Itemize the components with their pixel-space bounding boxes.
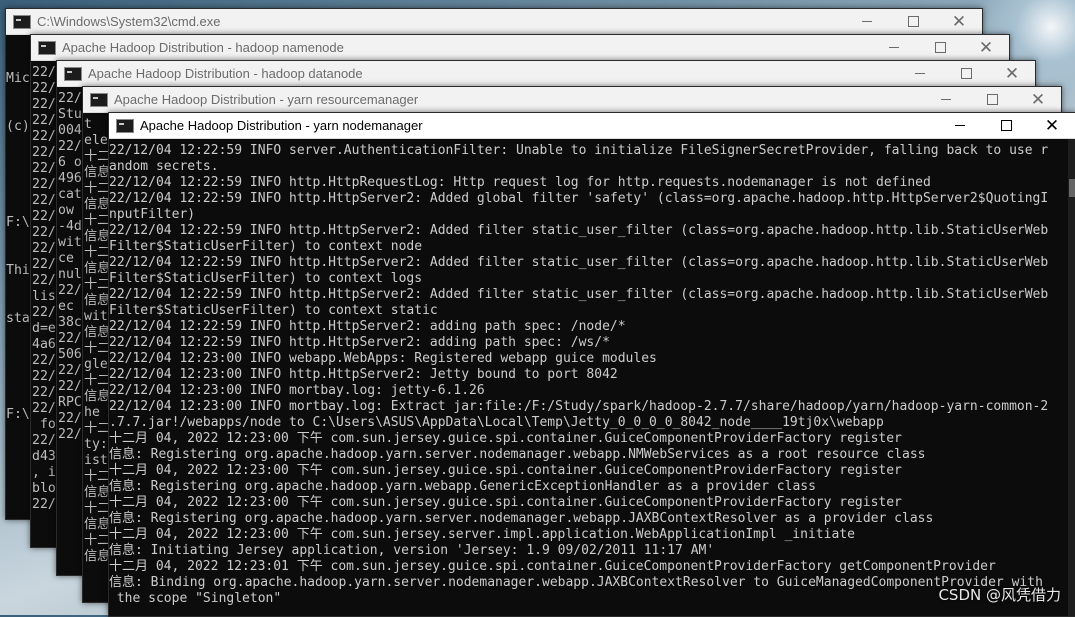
- close-button[interactable]: ✕: [936, 9, 982, 34]
- minimize-icon: [941, 99, 951, 100]
- console-line: 22/12/04 12:22:59 INFO http.HttpServer2:…: [109, 191, 1049, 206]
- window-title: Apache Hadoop Distribution - hadoop data…: [88, 66, 363, 81]
- console-line: 22/12/04 12:22:59 INFO http.HttpServer2:…: [109, 223, 1049, 238]
- scrollbar-thumb[interactable]: [1069, 179, 1075, 197]
- console-line: 22/12/04 12:23:00 INFO webapp.WebApps: R…: [109, 351, 657, 366]
- console-icon: [38, 40, 56, 55]
- minimize-button[interactable]: [937, 113, 983, 138]
- close-icon: ✕: [978, 37, 994, 58]
- console-line: 十二月 04, 2022 12:23:00 下午 com.sun.jersey.…: [109, 431, 902, 446]
- close-button[interactable]: ✕: [963, 35, 1009, 60]
- console-icon: [64, 66, 82, 81]
- close-icon: ✕: [1044, 115, 1060, 136]
- minimize-button[interactable]: [871, 35, 917, 60]
- maximize-icon: [986, 94, 998, 105]
- console-line: 信息: Initiating Jersey application, versi…: [109, 543, 715, 558]
- console-line: 22/12/04 12:22:59 INFO http.HttpRequestL…: [109, 175, 931, 190]
- console-line: Filter$StaticUserFilter) to context node: [109, 239, 423, 254]
- minimize-icon: [889, 47, 899, 48]
- close-button[interactable]: ✕: [989, 61, 1035, 86]
- console-line: 22/12/04 12:22:59 INFO http.HttpServer2:…: [109, 287, 1049, 302]
- cmd-titlebar[interactable]: C:\Windows\System32\cmd.exe ✕: [6, 9, 982, 35]
- close-button[interactable]: ✕: [1015, 87, 1061, 112]
- maximize-icon: [960, 68, 972, 79]
- nodemanager-window[interactable]: Apache Hadoop Distribution - yarn nodema…: [108, 112, 1075, 617]
- console-icon: [13, 14, 31, 29]
- maximize-icon: [934, 42, 946, 53]
- console-line: 十二月 04, 2022 12:23:01 下午 com.sun.jersey.…: [109, 559, 996, 574]
- console-icon: [90, 92, 108, 107]
- console-line: nputFilter): [109, 207, 196, 222]
- console-output[interactable]: 22/12/04 12:22:59 INFO server.Authentica…: [109, 143, 1067, 616]
- namenode-titlebar[interactable]: Apache Hadoop Distribution - hadoop name…: [31, 35, 1009, 61]
- close-icon: ✕: [1004, 63, 1020, 84]
- console-line: andom secrets.: [109, 159, 219, 174]
- window-title: Apache Hadoop Distribution - hadoop name…: [62, 40, 344, 55]
- console-line: 22/12/04 12:23:00 INFO mortbay.log: Extr…: [109, 399, 1049, 414]
- console-line: 信息: Registering org.apache.hadoop.yarn.s…: [109, 447, 926, 462]
- datanode-titlebar[interactable]: Apache Hadoop Distribution - hadoop data…: [57, 61, 1035, 87]
- console-line: 十二月 04, 2022 12:23:00 下午 com.sun.jersey.…: [109, 527, 855, 542]
- maximize-button[interactable]: [943, 61, 989, 86]
- console-line: 22/12/04 12:23:00 INFO mortbay.log: jett…: [109, 383, 485, 398]
- maximize-button[interactable]: [890, 9, 936, 34]
- window-title: Apache Hadoop Distribution - yarn resour…: [114, 92, 419, 107]
- maximize-icon: [907, 16, 919, 27]
- maximize-icon: [1000, 120, 1012, 131]
- console-line: 信息: Registering org.apache.hadoop.yarn.w…: [109, 479, 816, 494]
- close-icon: ✕: [1030, 89, 1046, 110]
- minimize-button[interactable]: [844, 9, 890, 34]
- maximize-button[interactable]: [917, 35, 963, 60]
- console-line: Filter$StaticUserFilter) to context stat…: [109, 303, 438, 318]
- minimize-icon: [862, 21, 872, 22]
- console-line: 信息: Binding org.apache.hadoop.yarn.serve…: [109, 575, 1043, 590]
- console-scrollbar[interactable]: [1068, 139, 1075, 616]
- console-line: 22/12/04 12:22:59 INFO http.HttpServer2:…: [109, 335, 610, 350]
- window-title: Apache Hadoop Distribution - yarn nodema…: [140, 118, 423, 133]
- close-icon: ✕: [951, 11, 967, 32]
- console-line: 十二月 04, 2022 12:23:00 下午 com.sun.jersey.…: [109, 463, 902, 478]
- console-line: 22/12/04 12:22:59 INFO http.HttpServer2:…: [109, 255, 1049, 270]
- console-line: 22/12/04 12:23:00 INFO http.HttpServer2:…: [109, 367, 618, 382]
- minimize-icon: [915, 73, 925, 74]
- minimize-button[interactable]: [923, 87, 969, 112]
- maximize-button[interactable]: [983, 113, 1029, 138]
- resourcemanager-titlebar[interactable]: Apache Hadoop Distribution - yarn resour…: [83, 87, 1061, 113]
- csdn-watermark: CSDN @风凭借力: [938, 586, 1061, 604]
- window-title: C:\Windows\System32\cmd.exe: [37, 14, 221, 29]
- console-line: Filter$StaticUserFilter) to context logs: [109, 271, 423, 286]
- console-line: 22/12/04 12:22:59 INFO server.Authentica…: [109, 143, 1049, 158]
- console-icon: [116, 118, 134, 133]
- minimize-icon: [955, 125, 965, 126]
- close-button[interactable]: ✕: [1029, 113, 1075, 138]
- maximize-button[interactable]: [969, 87, 1015, 112]
- console-line: .7.7.jar!/webapps/node to C:\Users\ASUS\…: [109, 415, 884, 430]
- console-line: 22/12/04 12:22:59 INFO http.HttpServer2:…: [109, 319, 626, 334]
- nodemanager-titlebar[interactable]: Apache Hadoop Distribution - yarn nodema…: [109, 113, 1075, 139]
- console-line: 十二月 04, 2022 12:23:00 下午 com.sun.jersey.…: [109, 495, 902, 510]
- console-line: 信息: Registering org.apache.hadoop.yarn.s…: [109, 511, 934, 526]
- minimize-button[interactable]: [897, 61, 943, 86]
- console-line: the scope "Singleton": [109, 591, 282, 606]
